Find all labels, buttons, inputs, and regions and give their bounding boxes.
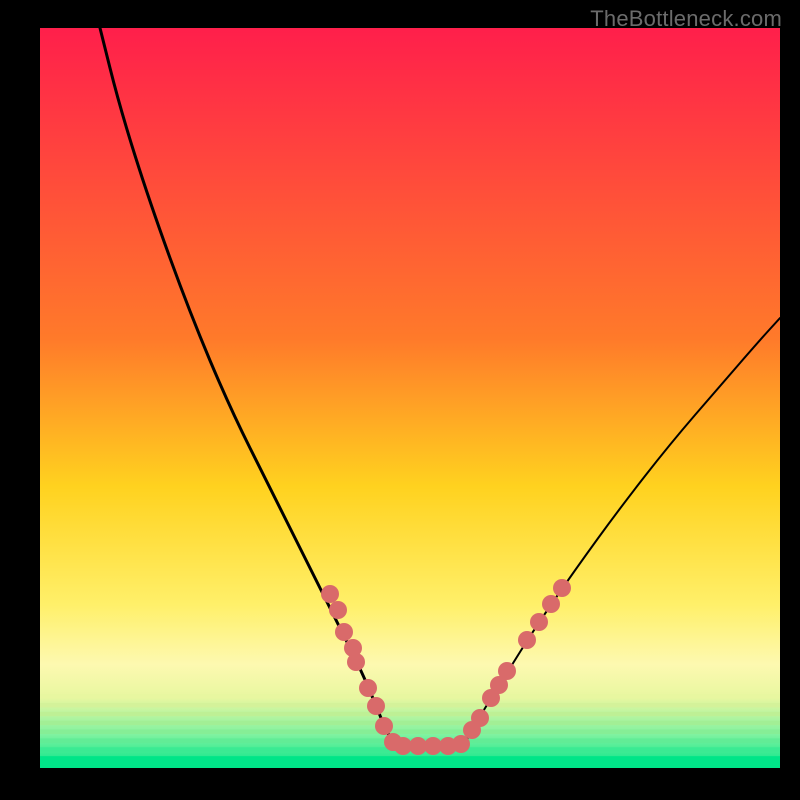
data-marker: [553, 579, 571, 597]
data-marker: [359, 679, 377, 697]
data-marker: [530, 613, 548, 631]
data-marker: [347, 653, 365, 671]
data-marker: [452, 735, 470, 753]
plot-area: [40, 28, 780, 768]
data-marker: [498, 662, 516, 680]
data-marker: [321, 585, 339, 603]
curve-layer: [40, 28, 780, 768]
data-marker: [335, 623, 353, 641]
series-right-branch: [463, 318, 780, 746]
data-marker: [518, 631, 536, 649]
data-marker: [471, 709, 489, 727]
series-left-branch: [100, 28, 395, 746]
data-marker: [367, 697, 385, 715]
data-marker: [329, 601, 347, 619]
data-marker: [542, 595, 560, 613]
data-marker: [375, 717, 393, 735]
chart-frame: TheBottleneck.com: [0, 0, 800, 800]
